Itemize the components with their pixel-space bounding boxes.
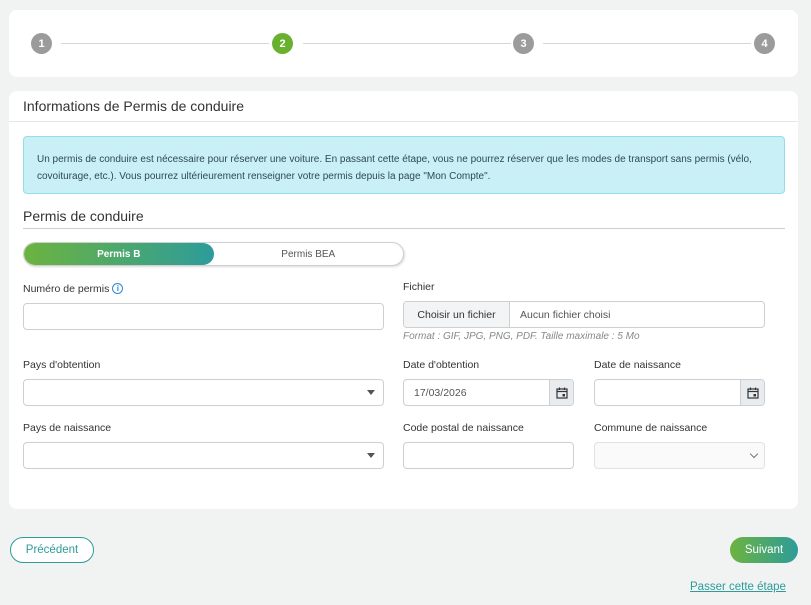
next-button[interactable]: Suivant	[730, 537, 798, 563]
license-number-label-text: Numéro de permis	[23, 283, 110, 295]
choose-file-button[interactable]: Choisir un fichier	[404, 302, 510, 327]
progress-stepper: 1 2 3 4	[9, 10, 798, 77]
birth-commune-label: Commune de naissance	[594, 422, 708, 434]
date-obtention-input[interactable]: 17/03/2026	[403, 379, 574, 406]
calendar-button[interactable]	[549, 380, 573, 405]
divider	[9, 121, 798, 122]
info-icon[interactable]: i	[112, 283, 124, 294]
calendar-button[interactable]	[740, 380, 764, 405]
birth-postal-code-label: Code postal de naissance	[403, 422, 524, 434]
step-1: 1	[31, 33, 52, 54]
birth-date-label: Date de naissance	[594, 359, 681, 371]
calendar-icon	[555, 387, 568, 399]
step-connector	[543, 43, 751, 44]
date-obtention-value: 17/03/2026	[414, 386, 467, 399]
calendar-icon	[746, 387, 759, 399]
info-alert: Un permis de conduire est nécessaire pou…	[23, 136, 785, 194]
step-4: 4	[754, 33, 775, 54]
caret-down-icon	[367, 390, 375, 395]
birth-commune-select[interactable]	[594, 442, 765, 469]
birth-postal-code-input[interactable]	[403, 442, 574, 469]
caret-down-icon	[367, 453, 375, 458]
license-form-card: Informations de Permis de conduire Un pe…	[9, 91, 798, 509]
file-input: Choisir un fichier Aucun fichier choisi	[403, 301, 765, 328]
country-obtention-label: Pays d'obtention	[23, 359, 101, 371]
birth-date-input[interactable]	[594, 379, 765, 406]
section-title: Permis de conduire	[23, 208, 144, 224]
toggle-permis-bea[interactable]: Permis BEA	[214, 243, 404, 265]
step-connector	[61, 43, 269, 44]
date-obtention-label: Date d'obtention	[403, 359, 480, 371]
country-obtention-select[interactable]	[23, 379, 384, 406]
file-format-hint: Format : GIF, JPG, PNG, PDF. Taille maxi…	[403, 331, 640, 342]
file-label: Fichier	[403, 281, 435, 293]
skip-step-link[interactable]: Passer cette étape	[690, 581, 786, 593]
step-3: 3	[513, 33, 534, 54]
card-title: Informations de Permis de conduire	[23, 98, 244, 114]
toggle-permis-b[interactable]: Permis B	[24, 243, 214, 265]
birth-country-label: Pays de naissance	[23, 422, 112, 434]
file-status: Aucun fichier choisi	[520, 308, 611, 321]
chevron-down-icon	[749, 449, 759, 459]
license-number-label: Numéro de permis i	[23, 283, 124, 295]
birth-country-select[interactable]	[23, 442, 384, 469]
step-2-active: 2	[272, 33, 293, 54]
license-type-toggle: Permis B Permis BEA	[23, 242, 404, 266]
license-number-input[interactable]	[23, 303, 384, 330]
divider	[23, 228, 785, 229]
step-connector	[303, 43, 511, 44]
previous-button[interactable]: Précédent	[10, 537, 94, 563]
